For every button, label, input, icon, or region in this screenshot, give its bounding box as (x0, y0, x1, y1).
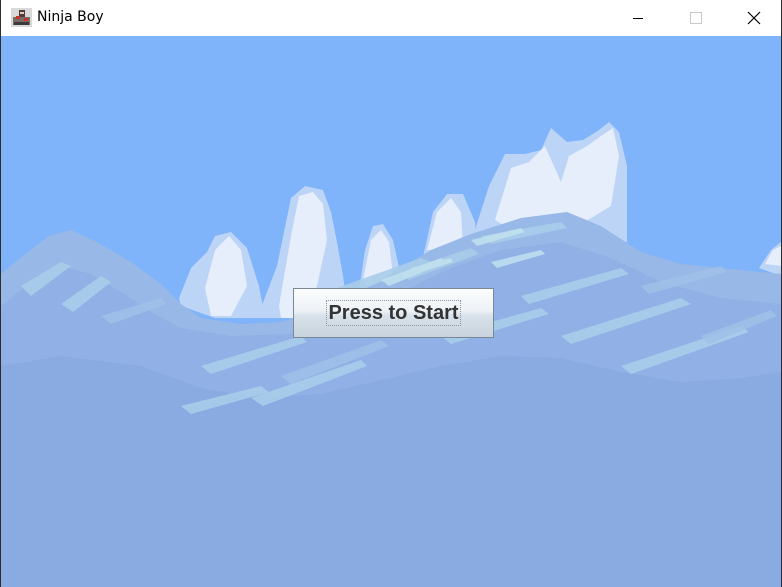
game-window: Ninja Boy Press to Start (0, 0, 782, 587)
minimize-icon (633, 18, 643, 19)
maximize-button[interactable] (667, 0, 725, 36)
app-icon (11, 8, 32, 27)
game-canvas[interactable]: Press to Start (1, 36, 781, 587)
window-title: Ninja Boy (37, 9, 104, 25)
title-bar[interactable]: Ninja Boy (1, 0, 781, 36)
start-button[interactable]: Press to Start (293, 288, 494, 338)
close-icon (747, 11, 761, 25)
start-button-label: Press to Start (326, 300, 461, 326)
minimize-button[interactable] (609, 0, 667, 36)
close-button[interactable] (725, 0, 782, 36)
maximize-icon (690, 12, 702, 24)
